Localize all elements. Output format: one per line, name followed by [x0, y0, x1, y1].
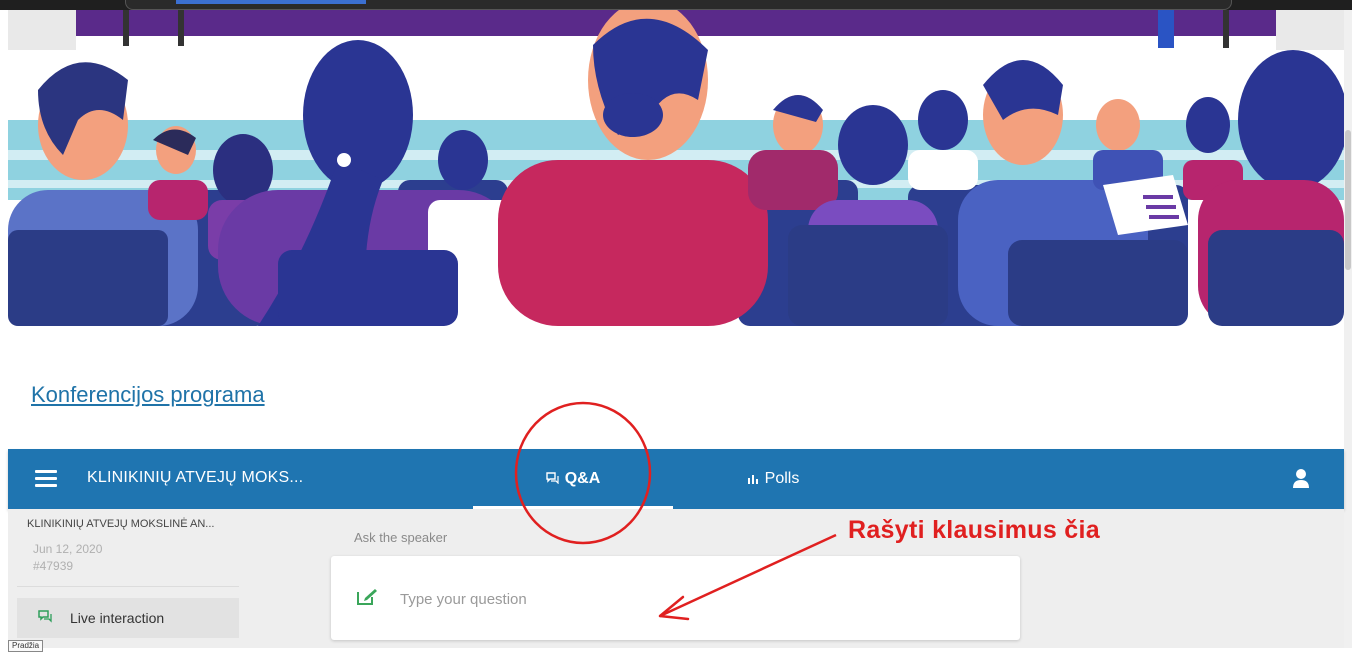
tab-qa[interactable]: Q&A [473, 449, 673, 509]
sidebar-event-title: KLINIKINIŲ ATVEJŲ MOKSLINĖ AN... [27, 518, 215, 530]
sidebar-item-live-interaction[interactable]: Live interaction [17, 598, 239, 638]
event-title: KLINIKINIŲ ATVEJŲ MOKS... [87, 469, 304, 486]
tab-polls[interactable]: Polls [673, 449, 873, 509]
sidebar-event-id: #47939 [33, 559, 74, 573]
event-navbar: KLINIKINIŲ ATVEJŲ MOKS... Q&A Polls [8, 449, 1344, 509]
chat-icon [546, 471, 559, 487]
conference-program-link[interactable]: Konferencijos programa [31, 382, 265, 408]
sidebar-item-label: Live interaction [70, 610, 165, 626]
hamburger-menu-icon[interactable] [35, 470, 57, 488]
progress-indicator [176, 0, 366, 4]
sidebar-divider [17, 586, 239, 587]
annotation-text: Rašyti klausimus čia [848, 516, 1100, 544]
sidebar-event-date: Jun 12, 2020 [33, 542, 103, 556]
tab-polls-label: Polls [764, 470, 800, 487]
browser-top-bar [0, 0, 1352, 10]
scrollbar-thumb[interactable] [1345, 130, 1351, 270]
browser-address-area [125, 0, 1232, 10]
question-input[interactable] [398, 590, 922, 609]
edit-icon [356, 588, 378, 611]
conference-banner-illustration [8, 10, 1344, 326]
chat-icon [38, 610, 52, 626]
page-scrollbar[interactable] [1344, 10, 1352, 648]
person-icon[interactable] [1292, 468, 1310, 488]
tab-qa-label: Q&A [564, 470, 601, 487]
status-tooltip: Pradžia [8, 640, 44, 652]
ask-the-speaker-label: Ask the speaker [354, 530, 448, 545]
bar-chart-icon [747, 472, 759, 487]
